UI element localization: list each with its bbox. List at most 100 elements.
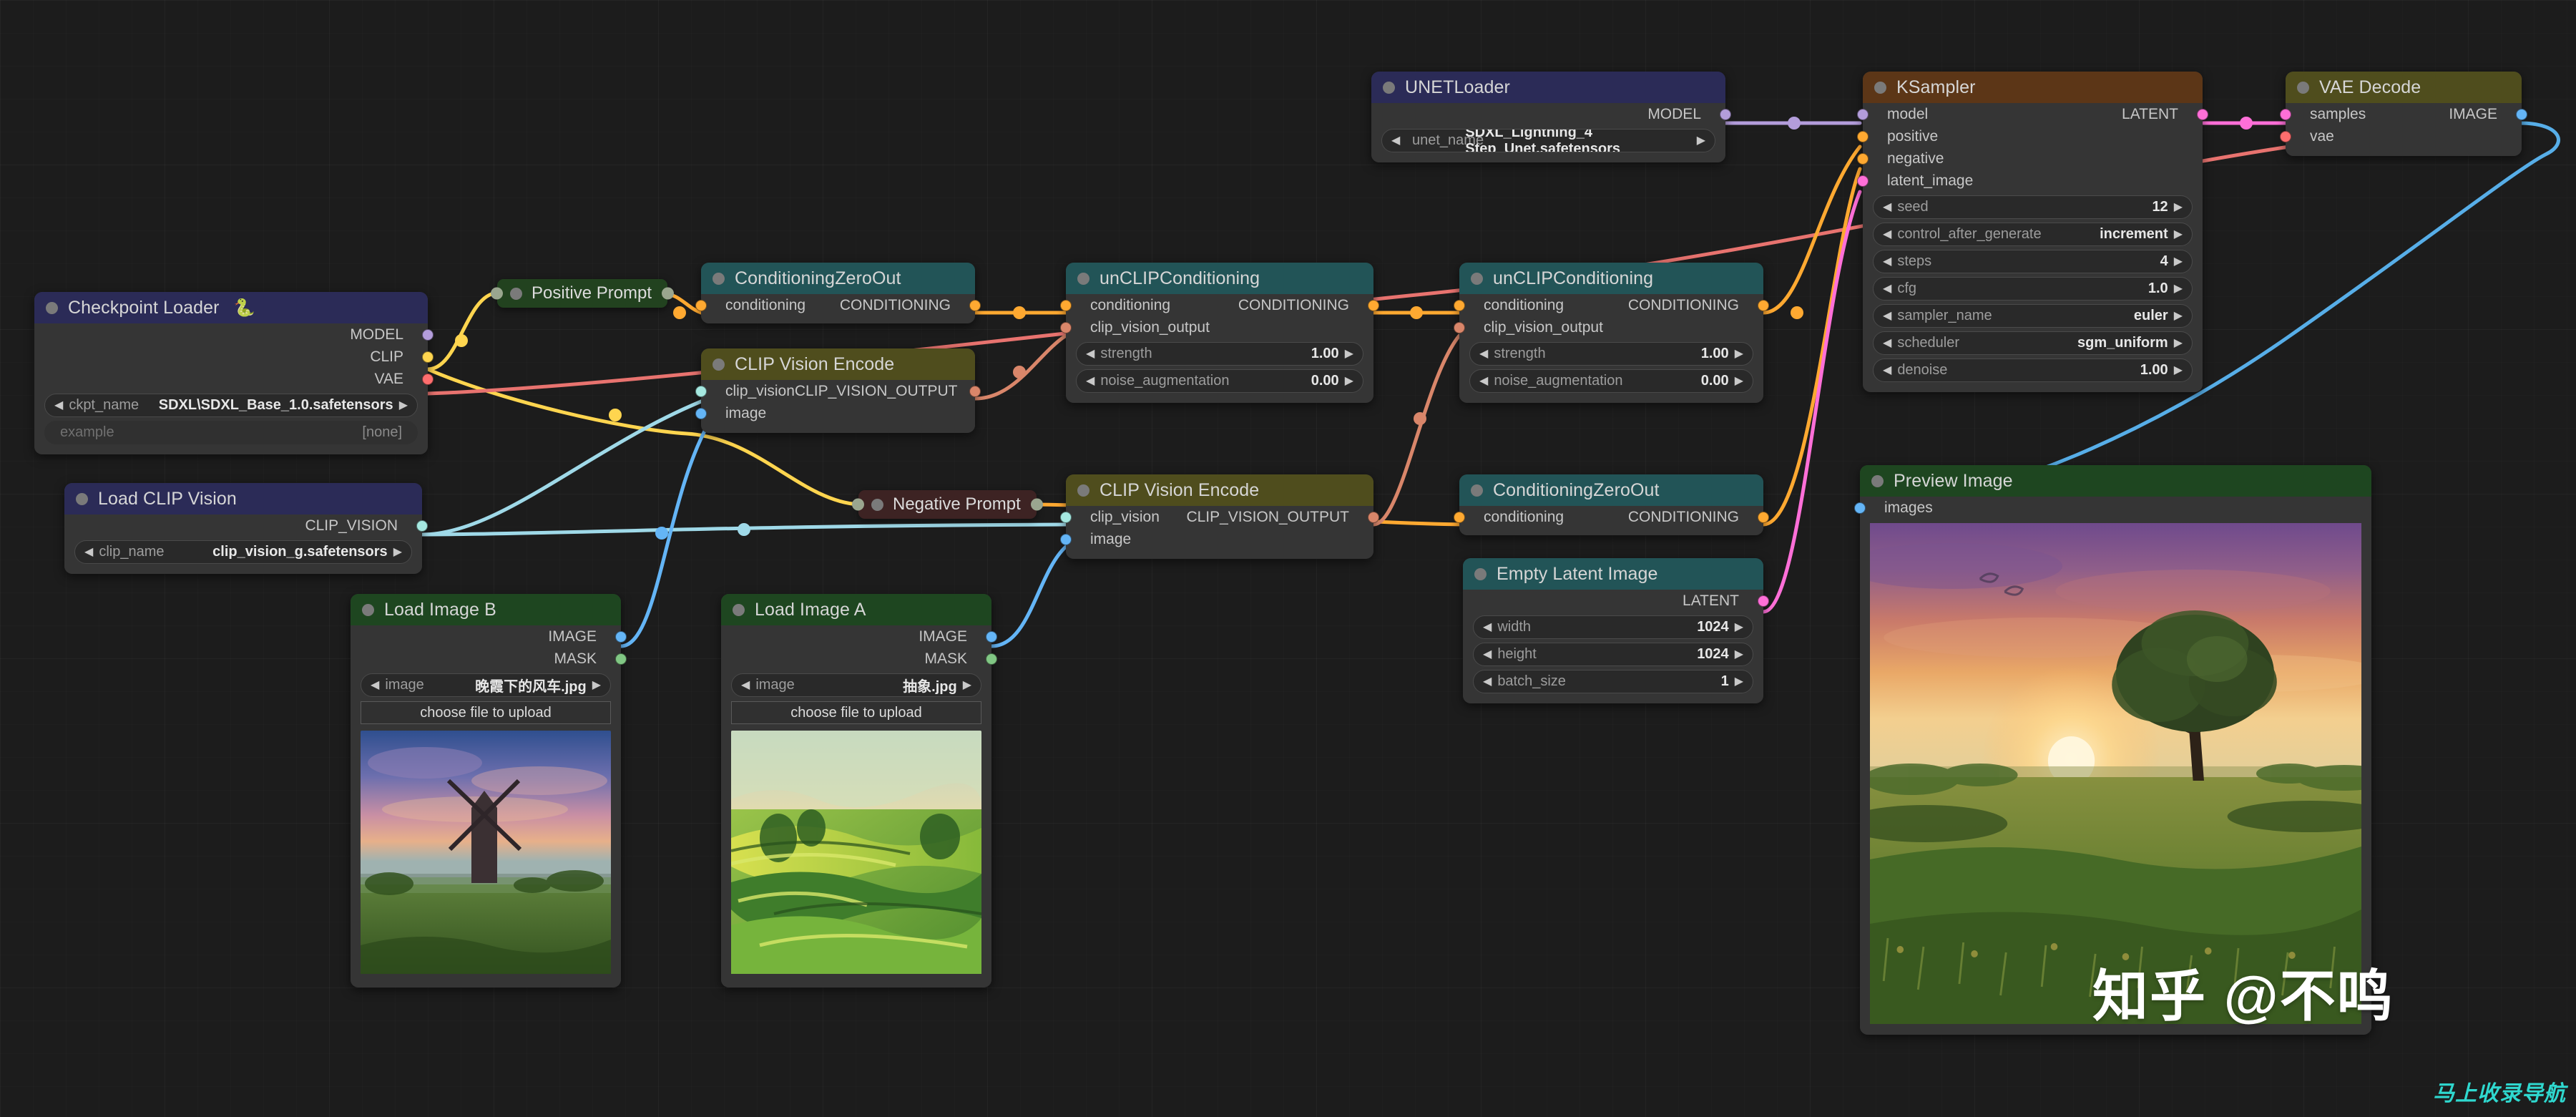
collapse-toggle-icon[interactable]	[1474, 567, 1487, 580]
port-positive-in[interactable]	[1857, 130, 1869, 142]
widget-strength[interactable]: ◀ strength 1.00 ▶	[1469, 342, 1753, 366]
chevron-left-icon[interactable]: ◀	[1883, 310, 1891, 322]
port-conditioning-out[interactable]	[1368, 299, 1379, 311]
port-clip-vision-output-in[interactable]	[1060, 321, 1072, 333]
node-conditioning-zero-out-1[interactable]: ConditioningZeroOut conditioning CONDITI…	[695, 263, 981, 323]
node-clip-vision-encode-1[interactable]: CLIP Vision Encode clip_vision CLIP_VISI…	[695, 348, 981, 433]
node-load-clip-vision[interactable]: Load CLIP Vision CLIP_VISION ◀ clip_name…	[64, 483, 428, 574]
chevron-left-icon[interactable]: ◀	[371, 679, 379, 691]
node-conditioning-zero-out-2[interactable]: ConditioningZeroOut conditioning CONDITI…	[1454, 474, 1769, 535]
chevron-left-icon[interactable]: ◀	[1883, 201, 1891, 213]
chevron-right-icon[interactable]: ▶	[399, 399, 408, 411]
node-positive-prompt[interactable]: Positive Prompt	[491, 279, 675, 308]
node-header[interactable]: unCLIPConditioning	[1459, 263, 1763, 294]
collapse-toggle-icon[interactable]	[871, 498, 883, 511]
chevron-right-icon[interactable]: ▶	[963, 679, 971, 691]
chevron-right-icon[interactable]: ▶	[2174, 337, 2183, 349]
widget-batch-size[interactable]: ◀ batch_size 1 ▶	[1473, 670, 1753, 693]
chevron-right-icon[interactable]: ▶	[1735, 648, 1743, 660]
upload-button[interactable]: choose file to upload	[731, 701, 981, 724]
chevron-right-icon[interactable]: ▶	[2174, 255, 2183, 268]
widget-denoise[interactable]: ◀ denoise 1.00 ▶	[1873, 358, 2193, 382]
chevron-right-icon[interactable]: ▶	[1735, 621, 1743, 633]
output-slot-image[interactable]: IMAGE	[351, 625, 627, 648]
chevron-left-icon[interactable]: ◀	[1883, 228, 1891, 240]
port-images-in[interactable]	[1854, 502, 1866, 514]
port-clip-vision-output-out[interactable]	[1368, 511, 1379, 523]
node-header[interactable]: VAE Decode	[2286, 72, 2522, 103]
node-header[interactable]: Load CLIP Vision	[64, 483, 422, 514]
port-vae-in[interactable]	[2280, 130, 2291, 142]
chevron-left-icon[interactable]: ◀	[1086, 375, 1094, 387]
widget-example[interactable]: example [none]	[44, 421, 418, 444]
node-unet-loader[interactable]: UNETLoader MODEL ◀ unet_name SDXL_Lightn…	[1371, 72, 1731, 162]
widget-strength[interactable]: ◀ strength 1.00 ▶	[1076, 342, 1363, 366]
port-model-out[interactable]	[422, 328, 434, 341]
chevron-right-icon[interactable]: ▶	[2174, 364, 2183, 376]
input-slot-vae[interactable]: vae	[2280, 125, 2522, 147]
output-slot-mask[interactable]: MASK	[351, 648, 627, 670]
port-image-out[interactable]	[2516, 108, 2527, 120]
widget-ckpt-name[interactable]: ◀ ckpt_name SDXL\SDXL_Base_1.0.safetenso…	[44, 394, 418, 417]
chevron-right-icon[interactable]: ▶	[393, 546, 402, 558]
collapse-toggle-icon[interactable]	[1871, 474, 1884, 487]
output-slot-clip-vision[interactable]: CLIP_VISION	[64, 514, 428, 537]
port-image-in[interactable]	[695, 407, 707, 419]
output-slot-model[interactable]: MODEL	[34, 323, 434, 346]
chevron-left-icon[interactable]: ◀	[741, 679, 750, 691]
input-slot-clip-vision-output[interactable]: clip_vision_output	[1454, 316, 1763, 338]
node-checkpoint-loader[interactable]: Checkpoint Loader 🐍 MODEL CLIP VAE ◀ ckp…	[34, 292, 434, 454]
node-header[interactable]: ConditioningZeroOut	[1459, 474, 1763, 506]
chevron-left-icon[interactable]: ◀	[54, 399, 63, 411]
port-conditioning-out[interactable]	[1758, 299, 1769, 311]
upload-button[interactable]: choose file to upload	[361, 701, 611, 724]
chevron-right-icon[interactable]: ▶	[1345, 375, 1353, 387]
collapse-toggle-icon[interactable]	[1383, 81, 1395, 94]
collapse-toggle-icon[interactable]	[733, 603, 745, 616]
collapse-toggle-icon[interactable]	[1471, 272, 1483, 285]
port-model-out[interactable]	[1720, 108, 1731, 120]
port-clip-vision-in[interactable]	[695, 385, 707, 397]
chevron-right-icon[interactable]: ▶	[1735, 375, 1743, 387]
chevron-left-icon[interactable]: ◀	[1883, 364, 1891, 376]
widget-height[interactable]: ◀ height 1024 ▶	[1473, 643, 1753, 666]
node-clip-vision-encode-2[interactable]: CLIP Vision Encode clip_vision CLIP_VISI…	[1060, 474, 1379, 559]
input-slot-clip-vision-output[interactable]: clip_vision_output	[1060, 316, 1373, 338]
chevron-right-icon[interactable]: ▶	[2174, 201, 2183, 213]
port-vae-out[interactable]	[422, 373, 434, 385]
widget-image[interactable]: ◀ image 抽象.jpg ▶	[731, 673, 981, 697]
widget-image[interactable]: ◀ image 晚霞下的风车.jpg ▶	[361, 673, 611, 697]
port-in[interactable]	[491, 287, 503, 300]
node-load-image-b[interactable]: Load Image B IMAGE MASK ◀ image 晚霞下的风车.j…	[351, 594, 627, 987]
node-preview-image[interactable]: Preview Image images	[1842, 465, 2393, 1035]
node-header[interactable]: Empty Latent Image	[1463, 558, 1763, 590]
widget-cfg[interactable]: ◀ cfg 1.0 ▶	[1873, 277, 2193, 301]
input-slot-image[interactable]: image	[1060, 528, 1373, 550]
node-header[interactable]: ConditioningZeroOut	[701, 263, 975, 294]
node-header[interactable]: Checkpoint Loader 🐍	[34, 292, 428, 323]
chevron-right-icon[interactable]: ▶	[592, 679, 601, 691]
port-image-out[interactable]	[986, 630, 997, 643]
port-conditioning-in[interactable]	[1454, 299, 1465, 311]
port-conditioning-in[interactable]	[695, 299, 707, 311]
image-thumbnail-b[interactable]	[361, 731, 611, 977]
port-negative-in[interactable]	[1857, 152, 1869, 165]
chevron-right-icon[interactable]: ▶	[1735, 348, 1743, 360]
chevron-right-icon[interactable]: ▶	[2174, 283, 2183, 295]
port-clip-vision-output-in[interactable]	[1454, 321, 1465, 333]
port-samples-in[interactable]	[2280, 108, 2291, 120]
output-slot-latent[interactable]: LATENT	[1463, 590, 1769, 612]
widget-scheduler[interactable]: ◀ scheduler sgm_uniform ▶	[1873, 331, 2193, 355]
node-header[interactable]: CLIP Vision Encode	[701, 348, 975, 380]
widget-control-after-generate[interactable]: ◀ control_after_generate increment ▶	[1873, 223, 2193, 246]
collapse-toggle-icon[interactable]	[1077, 484, 1089, 497]
output-slot-model[interactable]: MODEL	[1371, 103, 1731, 125]
chevron-left-icon[interactable]: ◀	[1483, 621, 1492, 633]
collapse-toggle-icon[interactable]	[1874, 81, 1886, 94]
node-empty-latent-image[interactable]: Empty Latent Image LATENT ◀ width 1024 ▶…	[1463, 558, 1769, 703]
chevron-left-icon[interactable]: ◀	[1479, 348, 1488, 360]
node-header[interactable]: CLIP Vision Encode	[1066, 474, 1373, 506]
collapse-toggle-icon[interactable]	[2297, 81, 2309, 94]
port-in[interactable]	[852, 498, 864, 511]
node-header[interactable]: UNETLoader	[1371, 72, 1725, 103]
